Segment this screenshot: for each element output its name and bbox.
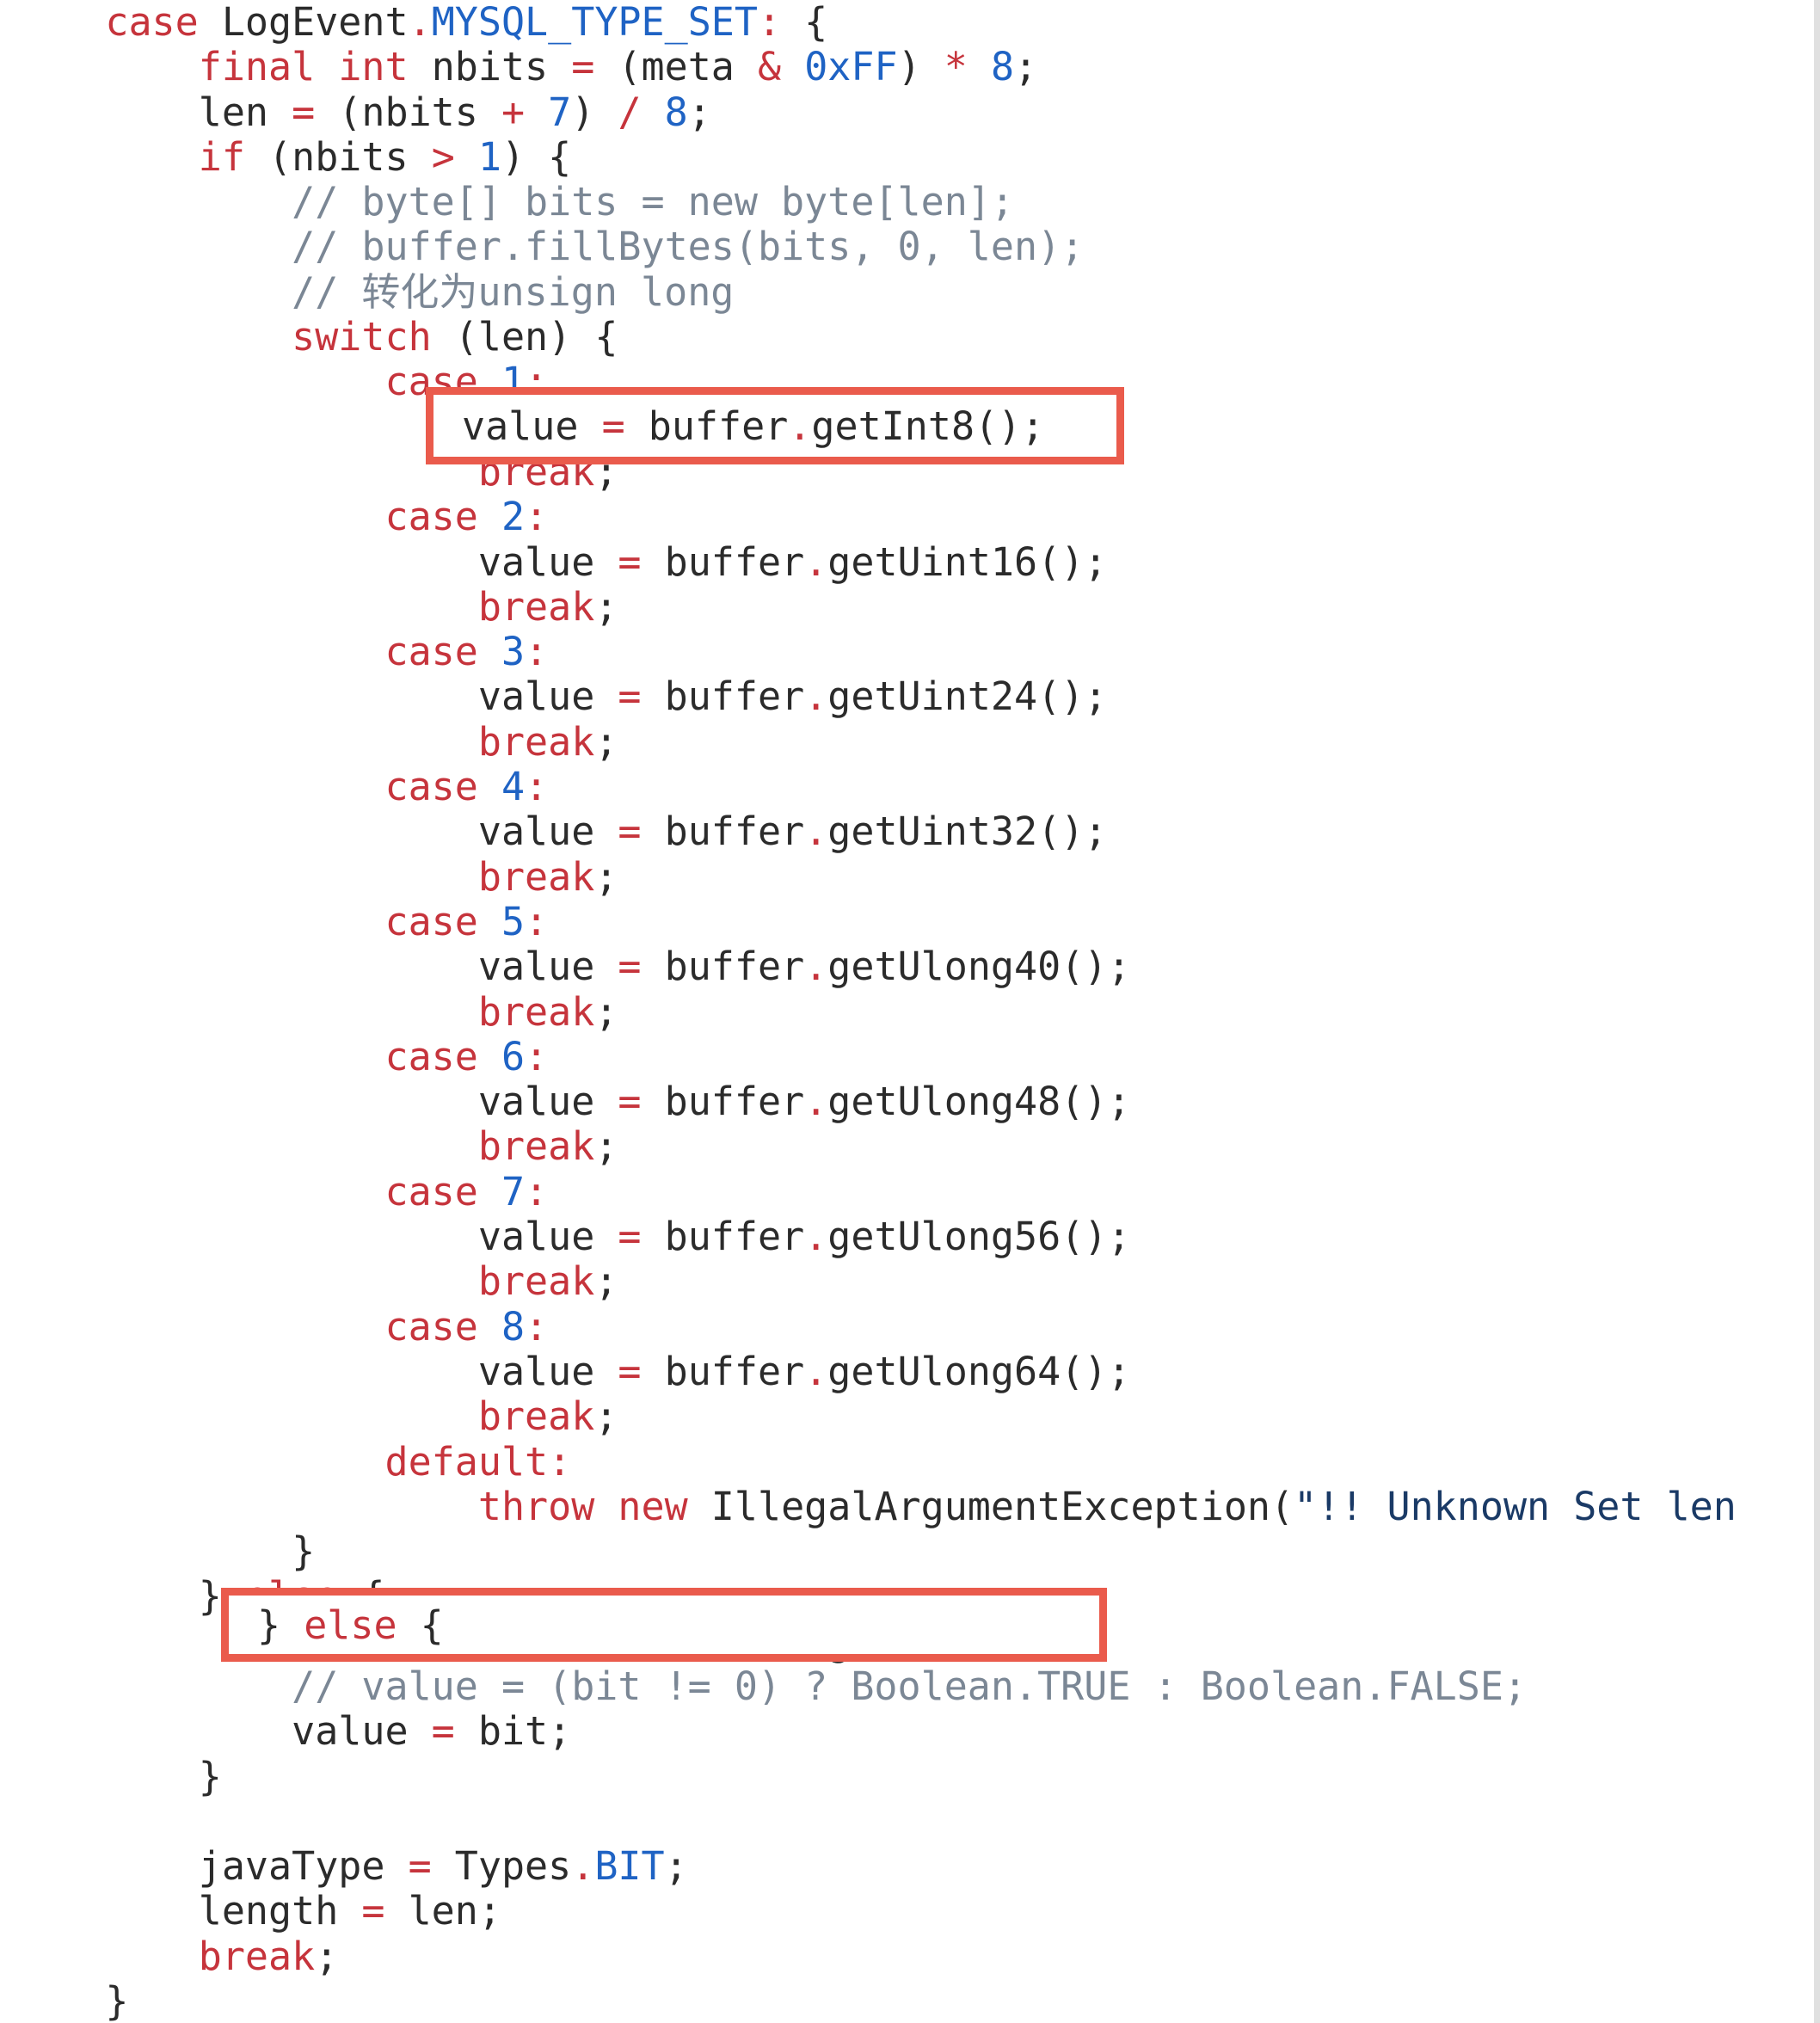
code-line: break; [477,853,618,900]
code-line: value = buffer.getUint32(); [477,809,1108,855]
code-line: case 2: [384,494,549,540]
code-line: value = buffer.getUlong40(); [477,944,1131,990]
highlight-box-2-text: } else { [257,1602,444,1648]
code-line: final int nbits = (meta & 0xFF) * 8; [198,44,1038,90]
code-line: if (nbits > 1) { [198,133,572,180]
code-line: length = len; [198,1888,501,1934]
code-line: javaType = Types.BIT; [198,1843,688,1890]
code-line: value = buffer.getUlong48(); [477,1079,1131,1125]
code-line: } [292,1528,316,1575]
code-line: } [198,1753,222,1799]
code-line: break; [477,1123,618,1170]
code-line: default: [384,1438,572,1485]
highlight-box-get-int8-value: value = buffer. getInt8(); [426,387,1124,464]
code-line: break; [477,1258,618,1305]
code-line: break; [198,1933,339,1979]
code-line: value = buffer.getUlong64(); [477,1348,1131,1394]
code-line: len = (nbits + 7) / 8; [198,89,711,135]
code-line: break; [477,583,618,630]
code-line: case 8: [384,1303,549,1350]
code-line: case 5: [384,898,549,944]
code-line: value = bit; [292,1708,572,1755]
code-line: value = buffer.getUint16(); [477,538,1108,585]
code-line: case LogEvent.MYSQL_TYPE_SET: { [105,0,828,45]
highlight-box-final-int-bit: } else { [221,1588,1107,1662]
code-line: break; [477,718,618,765]
code-line: value = buffer.getUint24(); [477,673,1108,720]
code-line: // 转化为unsign long [292,268,735,315]
code-viewer[interactable]: case LogEvent.MYSQL_TYPE_SET: { final in… [0,0,1820,2023]
code-line: case 7: [384,1168,549,1214]
code-line: case 6: [384,1033,549,1079]
code-line: value = buffer.getUlong56(); [477,1214,1131,1260]
code-line: // buffer.fillBytes(bits, 0, len); [292,224,1085,270]
code-line: throw new IllegalArgumentException("!! U… [477,1483,1737,1529]
vertical-scrollbar-track[interactable] [1814,0,1820,2023]
code-line: case 4: [384,764,549,810]
highlight-box-1-text: value = buffer. getInt8(); [462,403,1045,449]
code-line: case 3: [384,629,549,675]
code-line: // value = (bit != 0) ? Boolean.TRUE : B… [292,1663,1528,1709]
code-text-layer[interactable]: case LogEvent.MYSQL_TYPE_SET: { final in… [0,0,1820,2023]
code-line: break; [477,1393,618,1440]
code-line: break; [477,988,618,1035]
code-line: // byte[] bits = new byte[len]; [292,179,1014,225]
code-line: } [105,1978,129,2023]
code-line: switch (len) { [292,314,618,360]
